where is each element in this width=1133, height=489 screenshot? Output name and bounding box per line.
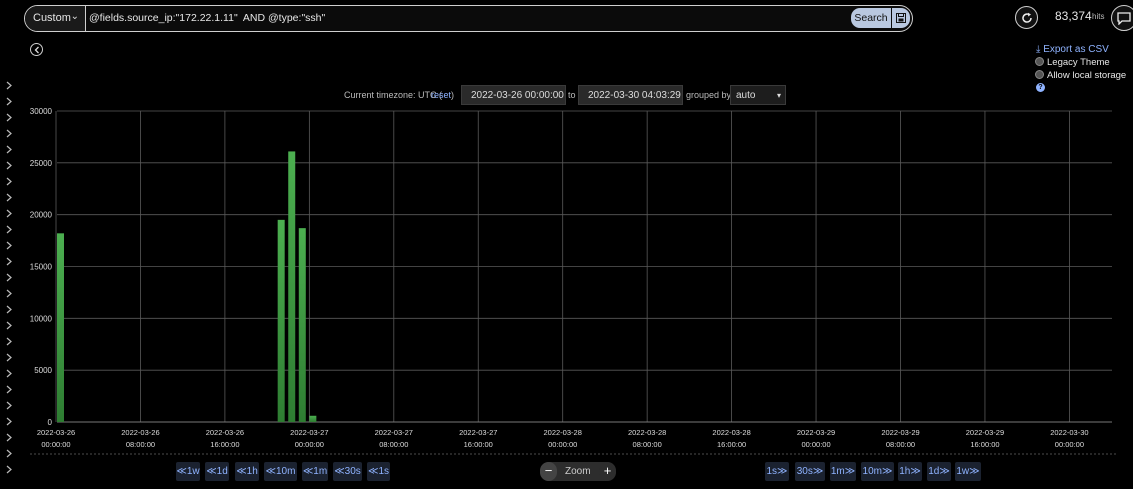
- x-tick-time: 00:00:00: [801, 440, 830, 449]
- x-tick-date: 2022-03-28: [712, 428, 750, 437]
- y-tick-label: 25000: [30, 159, 53, 168]
- nav-back-button[interactable]: ≪1d: [205, 462, 229, 481]
- nav-back-button[interactable]: ≪1m: [302, 462, 328, 481]
- x-tick-time: 00:00:00: [1055, 440, 1084, 449]
- x-tick-time: 16:00:00: [717, 440, 746, 449]
- y-tick-label: 30000: [30, 107, 53, 116]
- zoom-out-button[interactable]: −: [540, 462, 557, 481]
- x-tick-time: 08:00:00: [633, 440, 662, 449]
- nav-forward-button[interactable]: 1d≫: [927, 462, 951, 481]
- x-tick-time: 16:00:00: [970, 440, 999, 449]
- x-tick-time: 00:00:00: [548, 440, 577, 449]
- x-tick-time: 08:00:00: [886, 440, 915, 449]
- y-tick-label: 5000: [34, 366, 52, 375]
- zoom-label: Zoom: [565, 466, 591, 477]
- x-tick-date: 2022-03-27: [459, 428, 497, 437]
- nav-forward-button[interactable]: 10m≫: [861, 462, 894, 481]
- nav-forward-button[interactable]: 1m≫: [830, 462, 856, 481]
- zoom-control: − Zoom +: [540, 462, 616, 481]
- histogram-bar: [288, 151, 296, 422]
- x-tick-date: 2022-03-26: [206, 428, 244, 437]
- histogram-bar: [298, 228, 306, 422]
- y-tick-label: 20000: [30, 211, 53, 220]
- nav-back-button[interactable]: ≪1h: [235, 462, 259, 481]
- x-tick-time: 08:00:00: [126, 440, 155, 449]
- x-tick-date: 2022-03-29: [881, 428, 919, 437]
- time-navigation-bar: − Zoom + ≪1w ≪1d ≪1h ≪10m ≪1m ≪30s ≪1s 1s≫ 30s≫ 1…: [0, 462, 1133, 482]
- x-tick-time: 00:00:00: [295, 440, 324, 449]
- nav-back-button[interactable]: ≪30s: [333, 462, 362, 481]
- x-tick-date: 2022-03-30: [1050, 428, 1088, 437]
- x-tick-time: 16:00:00: [210, 440, 239, 449]
- nav-forward-button[interactable]: 1w≫: [955, 462, 981, 481]
- x-tick-date: 2022-03-29: [797, 428, 835, 437]
- nav-back-button[interactable]: ≪10m: [264, 462, 297, 481]
- histogram-chart: 0 5000 10000 15000 20000 25000 30000 2022-03-26…: [30, 107, 1118, 455]
- x-tick-time: 00:00:00: [41, 440, 70, 449]
- y-tick-label: 15000: [30, 263, 53, 272]
- x-tick-time: 16:00:00: [464, 440, 493, 449]
- x-tick-date: 2022-03-26: [121, 428, 159, 437]
- nav-back-button[interactable]: ≪1s: [367, 462, 390, 481]
- histogram-bar: [309, 415, 317, 422]
- x-tick-date: 2022-03-27: [375, 428, 413, 437]
- histogram-bar: [57, 233, 64, 422]
- histogram-bar: [277, 219, 285, 422]
- nav-forward-button[interactable]: 1s≫: [765, 462, 789, 481]
- x-tick-date: 2022-03-29: [966, 428, 1004, 437]
- x-tick-date: 2022-03-27: [290, 428, 328, 437]
- x-tick-date: 2022-03-26: [37, 428, 75, 437]
- zoom-in-button[interactable]: +: [599, 462, 616, 481]
- x-tick-time: 08:00:00: [379, 440, 408, 449]
- nav-forward-button[interactable]: 30s≫: [795, 462, 825, 481]
- nav-back-button[interactable]: ≪1w: [176, 462, 200, 481]
- x-tick-date: 2022-03-28: [544, 428, 582, 437]
- x-tick-date: 2022-03-28: [628, 428, 666, 437]
- nav-forward-button[interactable]: 1h≫: [898, 462, 922, 481]
- y-tick-label: 10000: [30, 314, 53, 323]
- y-tick-label: 0: [48, 418, 53, 427]
